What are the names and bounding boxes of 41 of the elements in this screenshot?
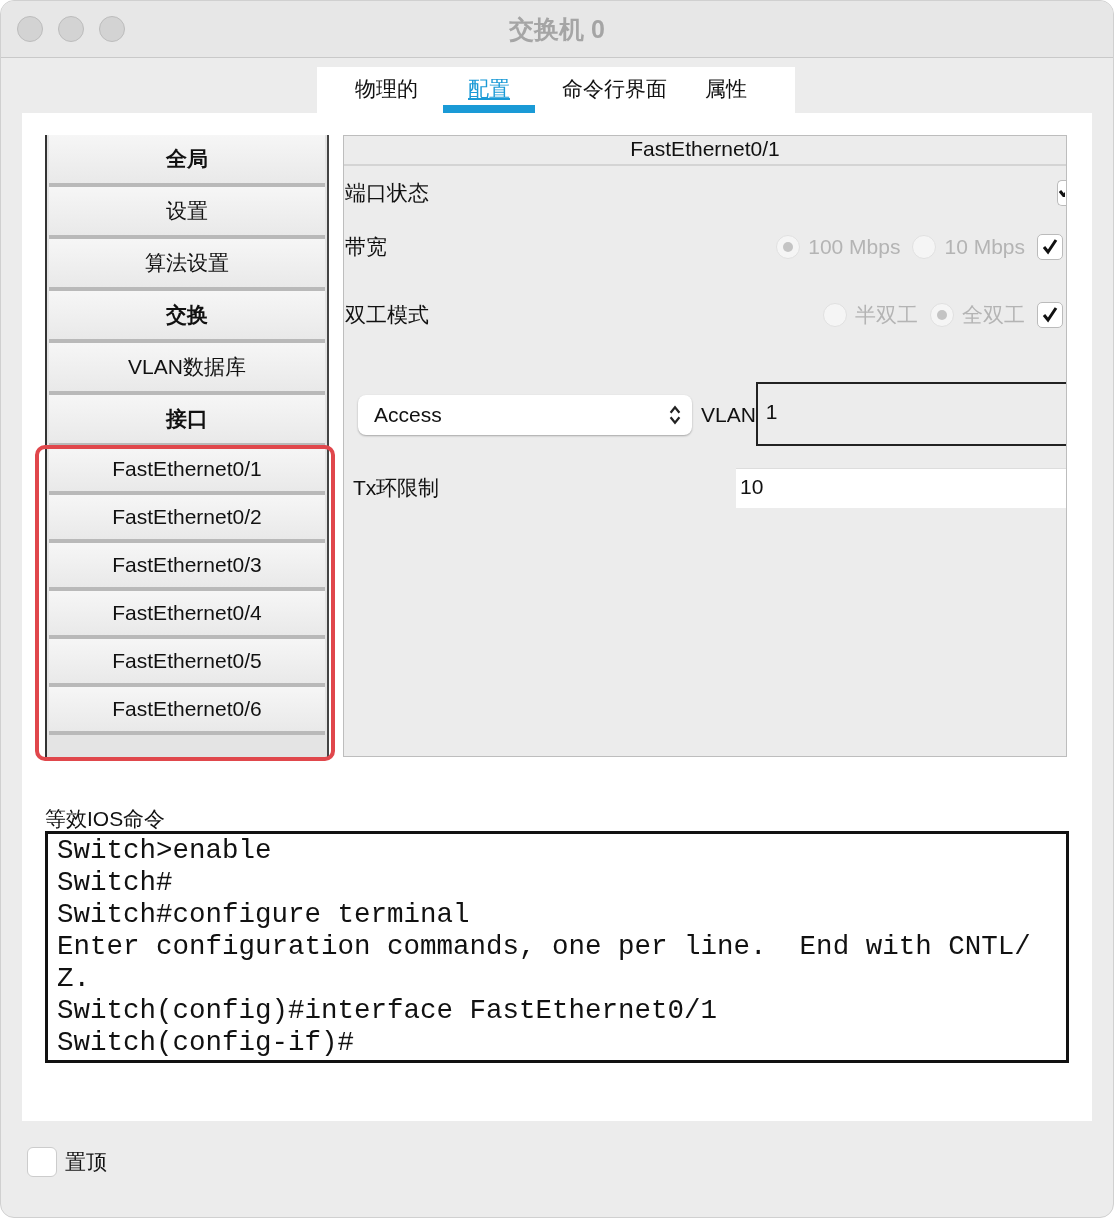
sidebar-item[interactable]: FastEthernet0/5 — [49, 639, 325, 687]
field-label: 带宽 — [344, 234, 387, 260]
checkmark-icon — [1040, 237, 1060, 257]
tx-ring-field[interactable]: 10 — [736, 468, 1066, 508]
field-label: 双工模式 — [344, 302, 429, 328]
command-output: Switch>enable Switch# Switch#configure terminal Enter configuration commands, one per line. End with CNTL/Z. Switch(config)#interface FastEthernet0/1 Switch(config-if)# — [45, 831, 1069, 1063]
tab[interactable]: 物理的 — [353, 67, 419, 113]
tab[interactable]: 命令行界面 — [559, 67, 669, 113]
chevron-up-down-icon — [668, 404, 682, 426]
checkmark-icon — [1040, 305, 1060, 325]
option-label: 10 Mbps — [944, 235, 1025, 259]
checkbox[interactable] — [27, 1147, 57, 1177]
tab[interactable]: 属性 — [693, 67, 759, 113]
vlan-field[interactable]: 1 — [755, 382, 1066, 446]
sidebar-item[interactable]: FastEthernet0/2 — [49, 495, 325, 543]
checkbox[interactable] — [1057, 180, 1066, 206]
section-button[interactable]: 交换 — [49, 291, 325, 343]
section-label: 等效IOS命令 — [45, 806, 167, 831]
window-control-button[interactable] — [99, 16, 125, 42]
sidebar-item[interactable]: 算法设置 — [49, 239, 325, 291]
field-label: VLAN — [701, 403, 756, 427]
sidebar-item[interactable]: FastEthernet0/3 — [49, 543, 325, 591]
option-label: 半双工 — [855, 302, 918, 328]
section-button[interactable]: 接口 — [49, 395, 325, 447]
panel-title: FastEthernet0/1 — [344, 136, 1066, 166]
sidebar-item[interactable]: VLAN数据库 — [49, 343, 325, 395]
sidebar-item[interactable]: FastEthernet0/4 — [49, 591, 325, 639]
checkmark-icon — [1059, 189, 1065, 197]
checkbox-label: 置顶 — [65, 1149, 107, 1175]
window-control-button[interactable] — [58, 16, 84, 42]
option-label: 全双工 — [962, 302, 1025, 328]
section-button[interactable]: 全局 — [49, 135, 325, 187]
field-label: Tx环限制 — [352, 475, 440, 501]
sidebar-item[interactable]: 设置 — [49, 187, 325, 239]
mode-dropdown[interactable]: Access — [358, 395, 692, 435]
sidebar-item[interactable]: FastEthernet0/1 — [49, 447, 325, 495]
option-label: 100 Mbps — [808, 235, 901, 259]
sidebar-item[interactable]: FastEthernet0/6 — [49, 687, 325, 735]
window-control-button[interactable] — [17, 16, 43, 42]
window-title: 交换机 0 — [509, 13, 605, 45]
field-label: 端口状态 — [344, 180, 429, 206]
